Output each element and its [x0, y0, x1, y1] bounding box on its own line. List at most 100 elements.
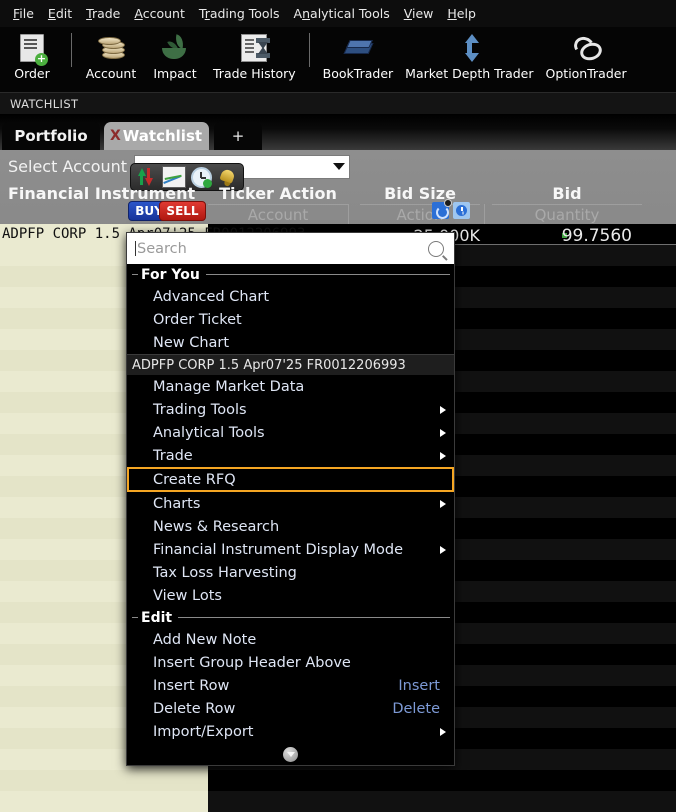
group-title: ADPFP CORP 1.5 Apr07'25 FR0012206993: [132, 358, 406, 373]
menu-item-new-chart[interactable]: New Chart: [127, 331, 454, 354]
toolbar-button-trade-history[interactable]: Trade History: [207, 27, 302, 81]
toolbar-label: Order: [14, 66, 50, 81]
toolbar-button-market-depth-trader[interactable]: Market Depth Trader: [399, 27, 539, 81]
column-subheader-quantity[interactable]: Quantity: [492, 204, 642, 225]
menu-item-label: Tax Loss Harvesting: [153, 565, 297, 581]
search-icon: [428, 241, 444, 257]
menu-item-manage-market-data[interactable]: Manage Market Data: [127, 375, 454, 398]
table-row-empty[interactable]: [0, 770, 676, 791]
close-icon[interactable]: X: [110, 128, 121, 144]
table-row-empty[interactable]: [0, 791, 676, 812]
window-title: WATCHLIST: [10, 97, 78, 111]
group-dash: [132, 617, 138, 618]
menu-item-news-and-research[interactable]: News & Research: [127, 515, 454, 538]
toolbar-label: Account: [86, 66, 136, 81]
toolbar-button-booktrader[interactable]: BookTrader: [317, 27, 399, 81]
chevron-right-icon: [440, 728, 446, 736]
menu-item-financial-instrument-display-mode[interactable]: Financial Instrument Display Mode: [127, 538, 454, 561]
menu-item-advanced-chart[interactable]: Advanced Chart: [127, 285, 454, 308]
menu-item-trade[interactable]: Trade: [127, 444, 454, 467]
toolbar-label: BookTrader: [323, 66, 393, 81]
column-header-bid-size[interactable]: Bid Size: [360, 182, 480, 204]
scroll-down-icon: [283, 747, 298, 762]
toolbar-label: Impact: [153, 66, 196, 81]
menu-item-add-new-note[interactable]: Add New Note: [127, 628, 454, 651]
book-icon: [345, 31, 371, 65]
main-toolbar: Order Account Impact Trade History BookT…: [0, 27, 676, 92]
menu-item-view-lots[interactable]: View Lots: [127, 584, 454, 607]
toolbar-divider: [71, 33, 72, 67]
column-header-bid[interactable]: Bid: [492, 182, 642, 204]
chevron-down-icon[interactable]: [333, 163, 345, 170]
menu-item-label: New Chart: [153, 335, 229, 351]
menu-item-label: Delete Row: [153, 701, 235, 717]
menu-item-label: Trade: [153, 448, 193, 464]
tab-label: Portfolio: [14, 127, 87, 145]
window-title-bar: WATCHLIST: [0, 92, 676, 115]
menu-item-label: Insert Group Header Above: [153, 655, 351, 671]
menu-analytical-tools[interactable]: Analytical Tools: [287, 3, 397, 24]
menu-item-insert-row[interactable]: Insert Row Insert: [127, 674, 454, 697]
toolbar-button-impact[interactable]: Impact: [143, 27, 207, 81]
menu-item-label: Advanced Chart: [153, 289, 269, 305]
instrument-cell-empty[interactable]: [0, 791, 208, 812]
menu-trading-tools[interactable]: Trading Tools: [192, 3, 287, 24]
search-input[interactable]: Search: [127, 233, 454, 264]
toolbar-divider: [309, 33, 310, 67]
menu-account[interactable]: Account: [127, 3, 191, 24]
menu-item-label: View Lots: [153, 588, 222, 604]
group-title: Edit: [141, 610, 172, 626]
toolbar-button-optiontrader[interactable]: OptionTrader: [540, 27, 633, 81]
column-subheader-account[interactable]: Account: [208, 204, 348, 225]
instrument-cell-empty[interactable]: [0, 770, 208, 791]
tab-strip: Portfolio X Watchlist +: [0, 114, 676, 150]
menu-item-label: Create RFQ: [153, 472, 236, 488]
action-refresh-icon[interactable]: [432, 202, 449, 219]
menu-file[interactable]: File: [6, 3, 41, 24]
menu-item-label: Import/Export: [153, 724, 253, 740]
menu-item-charts[interactable]: Charts: [127, 492, 454, 515]
menu-group-header-edit: Edit: [127, 607, 454, 628]
context-menu: Search For You Advanced Chart Order Tick…: [126, 232, 455, 766]
menu-item-trading-tools[interactable]: Trading Tools: [127, 398, 454, 421]
menu-view[interactable]: View: [397, 3, 441, 24]
table-header: Financial Instrument Ticker Action Bid S…: [0, 182, 676, 224]
column-divider: [484, 204, 485, 224]
menu-scroll-down-button[interactable]: [127, 743, 454, 765]
new-order-icon: [20, 31, 44, 65]
tab-portfolio[interactable]: Portfolio: [2, 122, 100, 150]
menu-trade[interactable]: Trade: [79, 3, 127, 24]
menu-item-insert-group-header-above[interactable]: Insert Group Header Above: [127, 651, 454, 674]
group-rule: [178, 617, 450, 618]
chevron-right-icon: [440, 546, 446, 554]
menu-item-create-rfq[interactable]: Create RFQ: [127, 467, 454, 492]
menu-item-analytical-tools[interactable]: Analytical Tools: [127, 421, 454, 444]
menu-item-shortcut: Insert: [398, 678, 440, 694]
toolbar-label: Market Depth Trader: [405, 66, 533, 81]
impact-leaf-icon: [161, 31, 189, 65]
menu-item-label: Financial Instrument Display Mode: [153, 542, 403, 558]
menu-group-header-instrument: ADPFP CORP 1.5 Apr07'25 FR0012206993: [127, 354, 454, 375]
menu-item-label: Insert Row: [153, 678, 229, 694]
menu-item-label: Manage Market Data: [153, 379, 304, 395]
menu-item-label: Trading Tools: [153, 402, 247, 418]
toolbar-button-account[interactable]: Account: [79, 27, 143, 81]
menu-group-header-for-you: For You: [127, 264, 454, 285]
menu-item-tax-loss-harvesting[interactable]: Tax Loss Harvesting: [127, 561, 454, 584]
menu-item-delete-row[interactable]: Delete Row Delete: [127, 697, 454, 720]
tab-watchlist[interactable]: X Watchlist: [104, 122, 209, 150]
menu-help[interactable]: Help: [440, 3, 483, 24]
toolbar-button-order[interactable]: Order: [0, 27, 64, 81]
menu-edit[interactable]: Edit: [41, 3, 79, 24]
column-header-ticker-action[interactable]: Ticker Action: [208, 182, 348, 204]
group-rule: [206, 274, 450, 275]
menu-item-label: News & Research: [153, 519, 279, 535]
menu-item-import-export[interactable]: Import/Export: [127, 720, 454, 743]
tab-add[interactable]: +: [214, 122, 262, 150]
toolbar-label: OptionTrader: [546, 66, 627, 81]
application-menu-bar: File Edit Trade Account Trading Tools An…: [0, 0, 676, 27]
action-clock-icon[interactable]: [453, 202, 470, 219]
option-loop-icon: [572, 31, 600, 65]
menu-item-order-ticket[interactable]: Order Ticket: [127, 308, 454, 331]
column-header-financial-instrument[interactable]: Financial Instrument: [8, 182, 208, 204]
